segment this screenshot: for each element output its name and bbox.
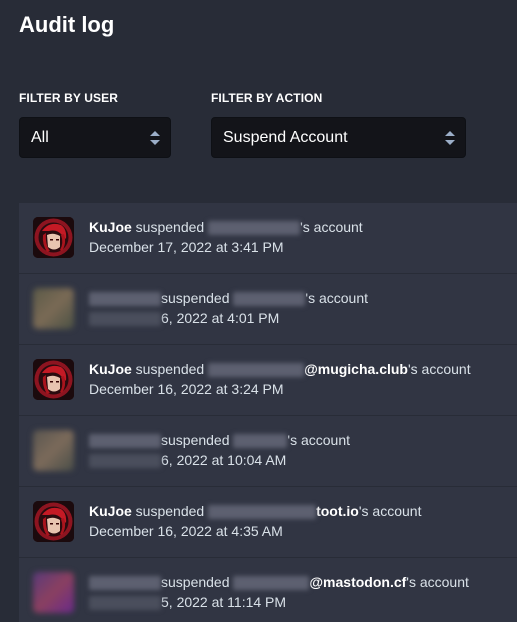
action-verb: suspended	[161, 290, 234, 306]
audit-log-list: KuJoe suspended 's account December 17, …	[19, 203, 517, 622]
action-verb: suspended	[131, 503, 209, 519]
actor-link[interactable]: KuJoe	[89, 219, 132, 235]
log-entry: KuJoe suspended 's account December 17, …	[19, 203, 517, 274]
log-entry: KuJoe suspended toot.io's account Decemb…	[19, 487, 517, 558]
log-entry: suspended 's account 6, 2022 at 4:01 PM	[19, 274, 517, 345]
redacted-date	[89, 454, 161, 469]
redacted-actor	[89, 292, 161, 307]
actor-link[interactable]: KuJoe	[89, 361, 132, 377]
target-domain[interactable]: @mastodon.cf	[309, 574, 406, 590]
action-verb: suspended	[131, 361, 209, 377]
log-entry-text: suspended 's account	[89, 290, 369, 307]
page-title: Audit log	[19, 12, 115, 37]
log-entry: KuJoe suspended @mugicha.club's account …	[19, 345, 517, 416]
target-domain[interactable]: toot.io	[316, 503, 359, 519]
log-entry-text: suspended @mastodon.cf's account	[89, 574, 469, 591]
log-entry-timestamp: 6, 2022 at 4:01 PM	[89, 310, 279, 327]
redacted-actor	[89, 434, 161, 449]
redacted-target	[233, 292, 306, 307]
log-entry-text: suspended 's account	[89, 432, 351, 449]
redacted-actor	[89, 576, 161, 591]
action-filter-select[interactable]: Suspend Account	[211, 117, 466, 158]
log-entry-timestamp: December 16, 2022 at 4:35 AM	[89, 523, 283, 539]
target-suffix: 's account	[305, 290, 369, 306]
up-down-chevrons-icon	[444, 129, 456, 147]
user-filter-select[interactable]: All	[19, 117, 171, 158]
target-suffix: 's account	[300, 219, 363, 235]
log-entry-timestamp: 5, 2022 at 11:14 PM	[89, 594, 286, 611]
action-verb: suspended	[131, 219, 209, 235]
user-filter-value: All	[31, 128, 49, 146]
target-suffix: 's account	[407, 361, 471, 377]
up-down-chevrons-icon	[149, 129, 161, 147]
log-entry-timestamp: December 17, 2022 at 3:41 PM	[89, 239, 284, 255]
target-suffix: 's account	[287, 432, 351, 448]
filter-by-action-label: FILTER BY ACTION	[211, 91, 323, 105]
filter-by-user-label: FILTER BY USER	[19, 91, 118, 105]
avatar[interactable]	[33, 359, 74, 400]
redacted-avatar	[33, 572, 74, 613]
target-suffix: 's account	[358, 503, 422, 519]
actor-link[interactable]: KuJoe	[89, 503, 132, 519]
log-entry: suspended @mastodon.cf's account 5, 2022…	[19, 558, 517, 622]
filter-by-action: FILTER BY ACTION Suspend Account	[211, 91, 466, 158]
audit-log-page: Audit log FILTER BY USER All FILTER BY A…	[0, 0, 517, 622]
redacted-date	[89, 596, 161, 611]
log-entry: suspended 's account 6, 2022 at 10:04 AM	[19, 416, 517, 487]
redacted-target	[208, 221, 301, 236]
redacted-avatar	[33, 288, 74, 329]
redacted-target	[208, 505, 317, 520]
redacted-target	[233, 576, 310, 591]
avatar[interactable]	[33, 217, 74, 258]
log-entry-timestamp: 6, 2022 at 10:04 AM	[89, 452, 286, 469]
redacted-date	[89, 312, 161, 327]
filter-by-user: FILTER BY USER All	[19, 91, 171, 158]
log-entry-text: KuJoe suspended toot.io's account	[89, 503, 422, 520]
log-entry-text: KuJoe suspended @mugicha.club's account	[89, 361, 471, 378]
redacted-target	[233, 434, 288, 449]
target-suffix: 's account	[406, 574, 469, 590]
redacted-target	[208, 363, 305, 378]
log-entry-timestamp: December 16, 2022 at 3:24 PM	[89, 381, 284, 397]
target-domain[interactable]: @mugicha.club	[304, 361, 408, 377]
avatar[interactable]	[33, 501, 74, 542]
log-entry-text: KuJoe suspended 's account	[89, 219, 363, 236]
action-verb: suspended	[161, 432, 234, 448]
action-verb: suspended	[161, 574, 234, 590]
redacted-avatar	[33, 430, 74, 471]
action-filter-value: Suspend Account	[223, 128, 348, 146]
